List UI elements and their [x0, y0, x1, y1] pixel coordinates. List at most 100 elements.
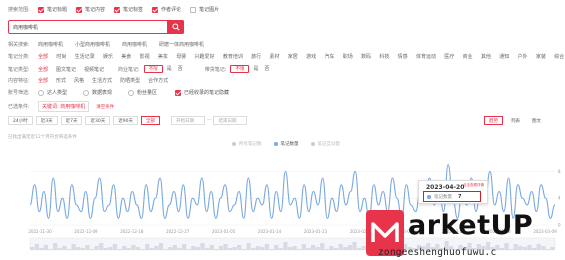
category-item[interactable]: 通知 [499, 53, 509, 60]
scope-option-0[interactable]: 笔记标题 [38, 6, 67, 13]
slider-bar [177, 248, 182, 250]
slider-bar [85, 245, 90, 250]
account-filter-option[interactable]: 数据表现 [83, 89, 112, 96]
account-filter-option[interactable]: 粉丝量区 [128, 89, 157, 96]
scope-option-4[interactable]: 笔记图片 [190, 6, 219, 13]
feature-item[interactable]: 合作方式 [148, 77, 168, 84]
note-type-item[interactable]: 图文笔记 [56, 66, 76, 73]
feature-item[interactable]: 全部 [38, 77, 48, 84]
category-item[interactable]: 美妆 [158, 53, 168, 60]
category-item[interactable]: 教育培训 [223, 53, 243, 60]
slider-bar [163, 249, 168, 250]
scope-option-2[interactable]: 笔记标签 [114, 6, 143, 13]
feature-items: 全部 形式 风格 生活方式 防晒类型 合作方式 [38, 77, 176, 84]
slider-bar [315, 247, 320, 250]
scope-option-label: 笔记标题 [47, 7, 68, 13]
category-item[interactable]: 职场 [343, 53, 353, 60]
feature-item[interactable]: 风格 [74, 77, 84, 84]
slider-bar [264, 244, 270, 250]
account-filter-option[interactable]: 达人类型 [38, 89, 67, 96]
category-item[interactable]: 医疗 [444, 53, 454, 60]
category-item[interactable]: 生活记录 [75, 53, 95, 60]
account-filter-option-label: 粉丝量区 [137, 90, 158, 96]
note-type-item[interactable]: 视频笔记 [84, 66, 104, 73]
category-item[interactable]: 时尚 [56, 53, 66, 60]
commercial-option[interactable]: 是 [167, 65, 172, 73]
reward-label: 带货笔记: [204, 66, 227, 73]
slider-bar [39, 248, 44, 250]
slider-bar [191, 246, 196, 250]
category-item[interactable]: 综合 [554, 53, 564, 60]
related-search-item[interactable]: 研磨一体商用咖啡机 [159, 41, 204, 48]
commercial-option[interactable]: 否 [178, 65, 183, 73]
category-item[interactable]: 娱乐 [103, 53, 113, 60]
slider-bar [310, 245, 316, 250]
feature-item[interactable]: 生活方式 [92, 77, 112, 84]
category-item[interactable]: 其他 [481, 53, 491, 60]
series-dot [427, 194, 431, 199]
slider-bar [352, 242, 357, 250]
category-item[interactable]: 汽车 [324, 53, 334, 60]
reward-option[interactable]: 不限 [230, 65, 250, 73]
selected-items: 关键词: 商用咖啡机 [38, 101, 94, 112]
search-input[interactable] [9, 21, 169, 33]
features-label: 内容特征: [8, 78, 30, 84]
slider-bar [209, 245, 214, 250]
slider-bar [333, 248, 339, 250]
slider-bar [30, 247, 35, 250]
related-search-item[interactable]: 商用咖啡机 [38, 41, 63, 48]
category-item[interactable]: 数码 [361, 53, 371, 60]
tooltip-date: 2023-04-20 [426, 184, 465, 191]
slider-bar [76, 247, 81, 250]
note-type-label: 笔记类型: [8, 66, 30, 73]
search-button[interactable] [167, 20, 184, 34]
scope-option-3[interactable]: 作者评论 [152, 6, 181, 13]
clear-conditions-link[interactable]: 清空条件 [96, 104, 114, 110]
scope-option-1[interactable]: 笔记内容 [76, 6, 105, 13]
tooltip-note[interactable]: 点击查看详情 [463, 183, 484, 188]
related-search-items: 商用咖啡机 小型商用咖啡机 商用咖啡机 研磨一体商用咖啡机 [38, 41, 216, 48]
category-item[interactable]: 家装 [536, 53, 546, 60]
category-item[interactable]: 素材 [269, 53, 279, 60]
related-search-row: 相关搜索: 商用咖啡机 小型商用咖啡机 商用咖啡机 研磨一体商用咖啡机 [8, 41, 216, 48]
category-item[interactable]: 商业 [463, 53, 473, 60]
feature-item[interactable]: 防晒类型 [120, 77, 140, 84]
category-item[interactable]: 游戏 [306, 53, 316, 60]
category-item[interactable]: 体育运动 [416, 53, 436, 60]
category-item[interactable]: 全部 [38, 53, 48, 60]
category-item[interactable]: 户外 [518, 53, 528, 60]
slider-bar [283, 242, 288, 250]
slider-bar [126, 248, 131, 250]
hide-collected-checkbox[interactable]: 已经收录的笔记隐藏 [175, 89, 229, 96]
slider-bar [232, 247, 237, 250]
commercial-option[interactable]: 不限 [143, 65, 163, 73]
slider-bar [122, 246, 127, 250]
category-item[interactable]: 家居 [288, 53, 298, 60]
selected-label: 已选条件: [8, 104, 30, 110]
category-item[interactable]: 兴趣爱好 [195, 53, 215, 60]
slider-bar [274, 245, 279, 250]
slider-bar [89, 249, 95, 250]
category-item[interactable]: 旅行 [251, 53, 261, 60]
category-item[interactable]: 情感 [398, 53, 408, 60]
related-search-item[interactable]: 商用咖啡机 [122, 41, 147, 48]
category-item[interactable]: 科技 [379, 53, 389, 60]
related-search-item[interactable]: 小型商用咖啡机 [75, 41, 110, 48]
y-tick-label: 8 [558, 169, 561, 174]
slider-bar [57, 248, 62, 250]
slider-bar [292, 246, 297, 250]
slider-bar [246, 243, 251, 250]
note-type-row: 笔记类型: 全部 图文笔记 视频笔记 商业笔记: 不限是否 带货笔记: 不限是否 [8, 65, 275, 73]
note-type-item[interactable]: 全部 [38, 66, 48, 73]
feature-item[interactable]: 形式 [56, 77, 66, 84]
checkbox-checked [76, 6, 83, 13]
slider-bar [158, 243, 164, 250]
category-item[interactable]: 影视 [140, 53, 150, 60]
reward-option[interactable]: 是 [253, 65, 258, 73]
selected-condition-tag[interactable]: 关键词: 商用咖啡机 [38, 101, 90, 112]
category-item[interactable]: 母婴 [176, 53, 186, 60]
slider-bar [260, 247, 265, 250]
reward-option[interactable]: 否 [264, 65, 269, 73]
category-item[interactable]: 美食 [121, 53, 131, 60]
slider-bar [135, 247, 141, 250]
